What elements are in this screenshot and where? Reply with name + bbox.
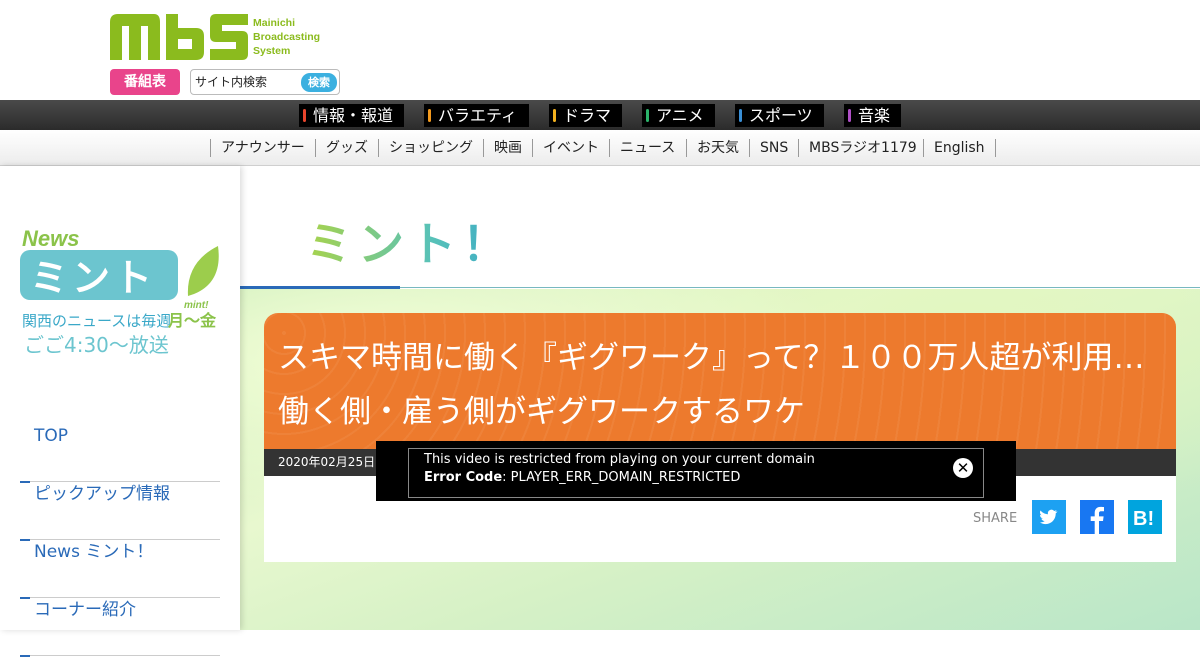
subnav-news[interactable]: ニュース (609, 139, 675, 157)
leaf-icon (187, 246, 219, 296)
program-title-strip: ミント！ (240, 166, 1200, 289)
genre-nav: 情報・報道 バラエティ ドラマ アニメ スポーツ 音楽 (0, 100, 1200, 130)
share-label: SHARE (973, 511, 1018, 526)
video-error-text: This video is restricted from playing on… (424, 452, 815, 467)
close-icon[interactable]: ✕ (953, 458, 973, 478)
brand-tagline-text: 関西のニュースは毎週 (22, 312, 171, 330)
sidebar: News ミント mint! 関西のニュースは毎週 月～金 ごご4:30～放送 … (0, 166, 240, 657)
sidebar-item-label: News ミント！ (34, 542, 154, 562)
sidebar-item-pickup[interactable]: ピックアップ情報 (20, 482, 220, 541)
program-title: ミント！ (306, 208, 514, 274)
genre-variety[interactable]: バラエティ (424, 104, 529, 127)
video-error-code-line: Error Code: PLAYER_ERR_DOMAIN_RESTRICTED (424, 469, 968, 487)
mbs-logo[interactable]: Mainichi Broadcasting System (110, 14, 340, 60)
video-player[interactable]: This video is restricted from playing on… (376, 441, 1016, 501)
site-header: Mainichi Broadcasting System 番組表 検索 (0, 0, 1200, 100)
sidebar-item-corners[interactable]: コーナー紹介 (20, 598, 220, 657)
facebook-share-button[interactable] (1080, 500, 1114, 534)
mbs-logo-text: Mainichi Broadcasting System (253, 16, 348, 58)
brand-news-text: News (22, 226, 79, 251)
article-header: スキマ時間に働く『ギグワーク』って？１００万人超が利用…働く側・雇う側がギグワー… (264, 313, 1176, 449)
logo-line-3: System (253, 45, 291, 57)
hatena-bookmark-icon: B! (1133, 508, 1154, 530)
twitter-icon (1040, 509, 1058, 525)
facebook-icon (1090, 506, 1104, 534)
article-title: スキマ時間に働く『ギグワーク』って？１００万人超が利用…働く側・雇う側がギグワー… (278, 340, 1145, 430)
subnav-shopping[interactable]: ショッピング (378, 139, 473, 157)
brand-time-text: ごご4:30～放送 (24, 333, 169, 357)
subnav-event[interactable]: イベント (532, 139, 599, 157)
subnav-english[interactable]: English (923, 139, 996, 157)
program-schedule-button[interactable]: 番組表 (110, 69, 180, 95)
mbs-logo-mark (110, 14, 248, 60)
twitter-share-button[interactable] (1032, 500, 1066, 534)
main-content: ミント！ スキマ時間に働く『ギグワーク』って？１００万人超が利用…働く側・雇う側… (240, 166, 1200, 630)
hatena-bookmark-share-button[interactable]: B! (1128, 500, 1162, 534)
site-search-input[interactable] (195, 73, 299, 91)
sidebar-item-top[interactable]: TOP (20, 424, 220, 483)
subnav-weather[interactable]: お天気 (686, 139, 739, 157)
genre-music[interactable]: 音楽 (844, 104, 901, 127)
subnav-mbs-radio[interactable]: MBSラジオ1179 (798, 139, 917, 157)
brand-days-text: 月～金 (167, 311, 217, 330)
news-mint-brand-logo[interactable]: News ミント mint! 関西のニュースは毎週 月～金 ごご4:30～放送 (18, 224, 223, 359)
logo-line-1: Mainichi (253, 17, 296, 29)
sidebar-item-label: TOP (34, 426, 69, 446)
sub-nav: アナウンサー グッズ ショッピング 映画 イベント ニュース お天気 SNS M… (0, 130, 1200, 166)
video-error-message: This video is restricted from playing on… (408, 448, 984, 498)
subnav-goods[interactable]: グッズ (315, 139, 368, 157)
brand-mint-text: mint! (184, 300, 209, 311)
video-error-code-label: Error Code (424, 470, 503, 485)
genre-news[interactable]: 情報・報道 (299, 104, 404, 127)
sidebar-item-news-mint[interactable]: News ミント！ (20, 540, 220, 599)
genre-sports[interactable]: スポーツ (735, 104, 824, 127)
genre-anime[interactable]: アニメ (642, 104, 715, 127)
sidebar-item-label: コーナー紹介 (34, 600, 136, 620)
site-search: 検索 (190, 69, 340, 95)
subnav-sns[interactable]: SNS (749, 139, 788, 157)
logo-line-2: Broadcasting (253, 31, 321, 43)
brand-name-text: ミント (30, 256, 156, 300)
svg-text:B!: B! (1133, 508, 1154, 530)
genre-drama[interactable]: ドラマ (549, 104, 622, 127)
search-button[interactable]: 検索 (301, 73, 337, 92)
video-error-code: : PLAYER_ERR_DOMAIN_RESTRICTED (502, 470, 741, 485)
subnav-movie[interactable]: 映画 (483, 139, 522, 157)
sidebar-item-label: ピックアップ情報 (34, 484, 170, 504)
subnav-announcer[interactable]: アナウンサー (210, 139, 305, 157)
